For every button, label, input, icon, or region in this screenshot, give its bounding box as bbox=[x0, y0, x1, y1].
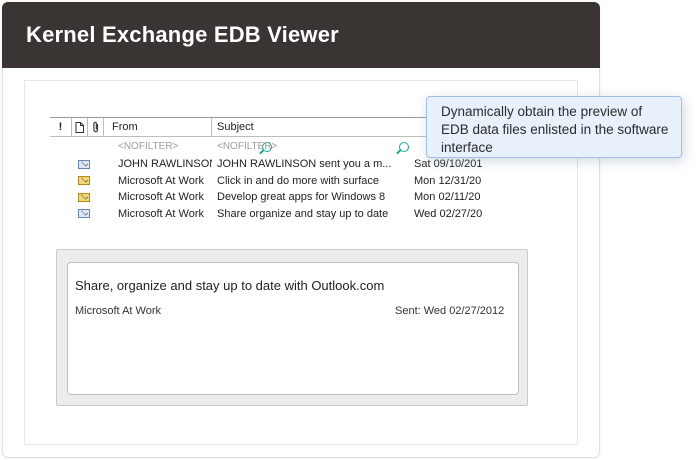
preview-sent-date: Sent: Wed 02/27/2012 bbox=[395, 305, 505, 317]
message-row[interactable]: JOHN RAWLINSON JOHN RAWLINSON sent you a… bbox=[50, 156, 510, 173]
search-icon[interactable] bbox=[399, 141, 409, 152]
message-subject: Develop great apps for Windows 8 bbox=[217, 191, 386, 204]
title-bar: Kernel Exchange EDB Viewer bbox=[2, 2, 600, 68]
envelope-closed-icon bbox=[78, 176, 90, 186]
from-filter-field[interactable]: <NOFILTER> bbox=[104, 140, 272, 152]
paperclip-icon bbox=[92, 121, 98, 133]
importance-icon: ! bbox=[58, 121, 63, 133]
subject-filter-field[interactable]: <NOFILTER> bbox=[212, 141, 412, 152]
message-from: JOHN RAWLINSON bbox=[118, 158, 212, 171]
column-header-subject[interactable]: Subject bbox=[212, 118, 412, 136]
from-filter-value: <NOFILTER> bbox=[118, 140, 179, 152]
message-date: Mon 12/31/20 bbox=[414, 174, 482, 187]
message-from: Microsoft At Work bbox=[118, 191, 204, 204]
column-header-importance[interactable]: ! bbox=[50, 118, 72, 136]
column-header-type[interactable] bbox=[72, 118, 88, 136]
preview-from: Microsoft At Work bbox=[75, 305, 161, 317]
column-header-subject-label: Subject bbox=[217, 121, 254, 133]
message-list-header: ! From Subject bbox=[50, 117, 490, 137]
message-list: JOHN RAWLINSON JOHN RAWLINSON sent you a… bbox=[50, 156, 510, 222]
column-header-from-label: From bbox=[112, 121, 138, 133]
message-date: Mon 02/11/20 bbox=[414, 191, 481, 204]
envelope-closed-icon bbox=[78, 192, 90, 202]
message-from: Microsoft At Work bbox=[118, 207, 204, 220]
column-header-from[interactable]: From bbox=[104, 118, 212, 136]
subject-filter-value: <NOFILTER> bbox=[217, 140, 278, 152]
message-subject: Click in and do more with surface bbox=[217, 174, 380, 187]
message-row[interactable]: Microsoft At Work Develop great apps for… bbox=[50, 189, 510, 206]
message-date: Wed 02/27/20 bbox=[414, 207, 483, 220]
message-date: Sat 09/10/201 bbox=[414, 158, 483, 171]
preview-subject: Share, organize and stay up to date with… bbox=[75, 278, 385, 293]
document-icon bbox=[75, 121, 84, 133]
message-subject: Share organize and stay up to date bbox=[217, 207, 389, 220]
column-header-attachment[interactable] bbox=[88, 118, 104, 136]
envelope-open-icon bbox=[78, 159, 90, 169]
app-title: Kernel Exchange EDB Viewer bbox=[26, 22, 339, 47]
message-row[interactable]: Microsoft At Work Share organize and sta… bbox=[50, 206, 510, 223]
envelope-open-icon bbox=[78, 209, 90, 219]
filter-row: <NOFILTER> <NOFILTER> bbox=[50, 138, 490, 154]
message-from: Microsoft At Work bbox=[118, 174, 204, 187]
message-subject: JOHN RAWLINSON sent you a m... bbox=[217, 158, 392, 171]
message-row[interactable]: Microsoft At Work Click in and do more w… bbox=[50, 173, 510, 190]
feature-callout: Dynamically obtain the preview of EDB da… bbox=[426, 96, 682, 158]
